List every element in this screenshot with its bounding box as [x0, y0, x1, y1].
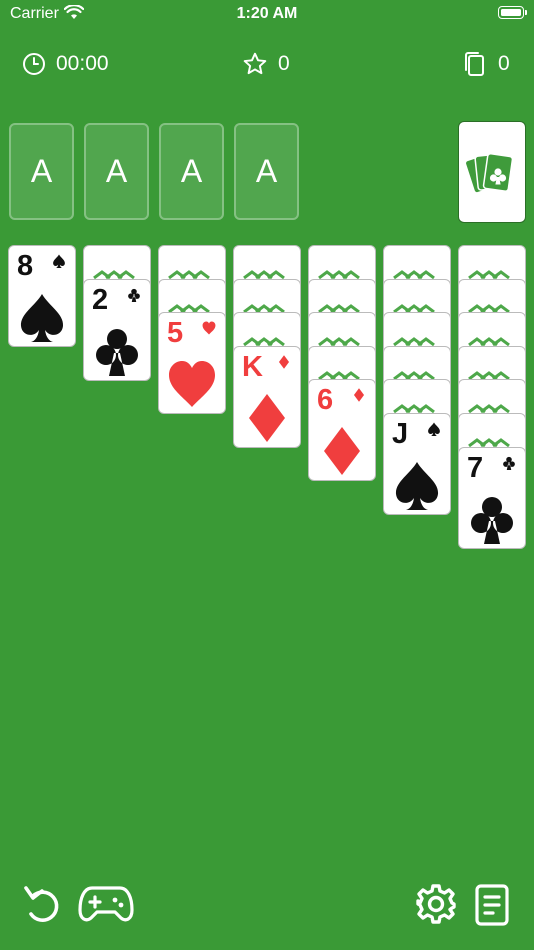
card-rank: 8: [17, 250, 34, 282]
diamond-icon: [249, 393, 285, 442]
gamepad-icon: [78, 886, 134, 922]
card-5-of-hearts[interactable]: 5: [158, 312, 226, 415]
heart-icon: [169, 361, 215, 408]
status-time: 1:20 AM: [236, 5, 298, 22]
foundation-pile-3[interactable]: A: [159, 123, 224, 220]
moves-value: 0: [498, 52, 510, 75]
card-rank: 7: [467, 451, 484, 484]
status-bar: Carrier 1:20 AM: [0, 0, 534, 28]
club-icon: [96, 328, 138, 376]
card-back-pattern: [468, 438, 510, 447]
diamond-icon: [324, 427, 360, 476]
bottom-toolbar: [0, 880, 534, 930]
undo-button[interactable]: [22, 880, 62, 931]
star-icon: [243, 52, 267, 75]
spade-icon: [395, 462, 439, 510]
heart-icon: [202, 321, 216, 335]
score-value: 0: [278, 52, 290, 75]
foundation-label: A: [180, 153, 203, 189]
foundation-pile-4[interactable]: A: [234, 123, 299, 220]
card-back-pattern: [468, 270, 510, 279]
timer-stat: 00:00: [22, 44, 109, 84]
stock-pile[interactable]: [458, 121, 526, 223]
card-rank: J: [392, 418, 409, 450]
rules-button[interactable]: [474, 884, 510, 931]
card-fan-icon: [464, 153, 514, 194]
clock-icon: [23, 53, 45, 75]
card-6-of-diamonds[interactable]: 6: [308, 379, 376, 482]
diamond-icon: [278, 355, 290, 369]
foundation-label: A: [255, 153, 278, 189]
card-rank: K: [242, 350, 263, 383]
card-back-pattern: [468, 337, 510, 347]
settings-button[interactable]: [414, 882, 458, 931]
score-stat: 0: [242, 44, 290, 84]
foundation-label: A: [30, 153, 53, 189]
club-icon: [471, 496, 513, 544]
battery-icon: [498, 6, 527, 19]
card-rank: 6: [317, 384, 334, 417]
card-back-pattern: [168, 270, 210, 279]
spade-icon: [20, 294, 64, 342]
card-k-of-diamonds[interactable]: K: [233, 345, 301, 448]
undo-icon: [24, 886, 59, 922]
card-2-of-clubs[interactable]: 2: [83, 278, 151, 381]
timer-value: 00:00: [56, 52, 109, 75]
card-back-pattern: [243, 270, 285, 279]
card-rank: 5: [167, 317, 184, 350]
club-icon: [503, 456, 515, 470]
card-rank: 2: [92, 283, 109, 316]
card-back-pattern: [393, 270, 435, 279]
gear-icon: [416, 884, 456, 924]
document-icon: [475, 884, 509, 926]
foundation-pile-2[interactable]: A: [84, 123, 149, 220]
spade-icon: [428, 422, 440, 436]
card-back-pattern: [393, 337, 435, 347]
spade-icon: [53, 254, 65, 268]
card-8-of-spades[interactable]: 8: [8, 245, 76, 347]
card-back-pattern: [93, 270, 135, 279]
foundation-pile-1[interactable]: A: [9, 123, 74, 220]
stats-bar: 00:00 0 0: [0, 44, 534, 84]
card-7-of-clubs[interactable]: 7: [458, 446, 526, 549]
new-game-button[interactable]: [78, 884, 134, 929]
club-icon: [128, 288, 140, 302]
card-back-pattern: [318, 337, 360, 347]
diamond-icon: [353, 388, 365, 403]
card-back-pattern: [318, 270, 360, 279]
moves-stat: 0: [462, 44, 510, 84]
card-back-pattern: [243, 337, 285, 347]
foundation-label: A: [105, 153, 128, 189]
card-j-of-spades[interactable]: J: [383, 413, 451, 515]
cards-copy-icon: [465, 52, 484, 76]
